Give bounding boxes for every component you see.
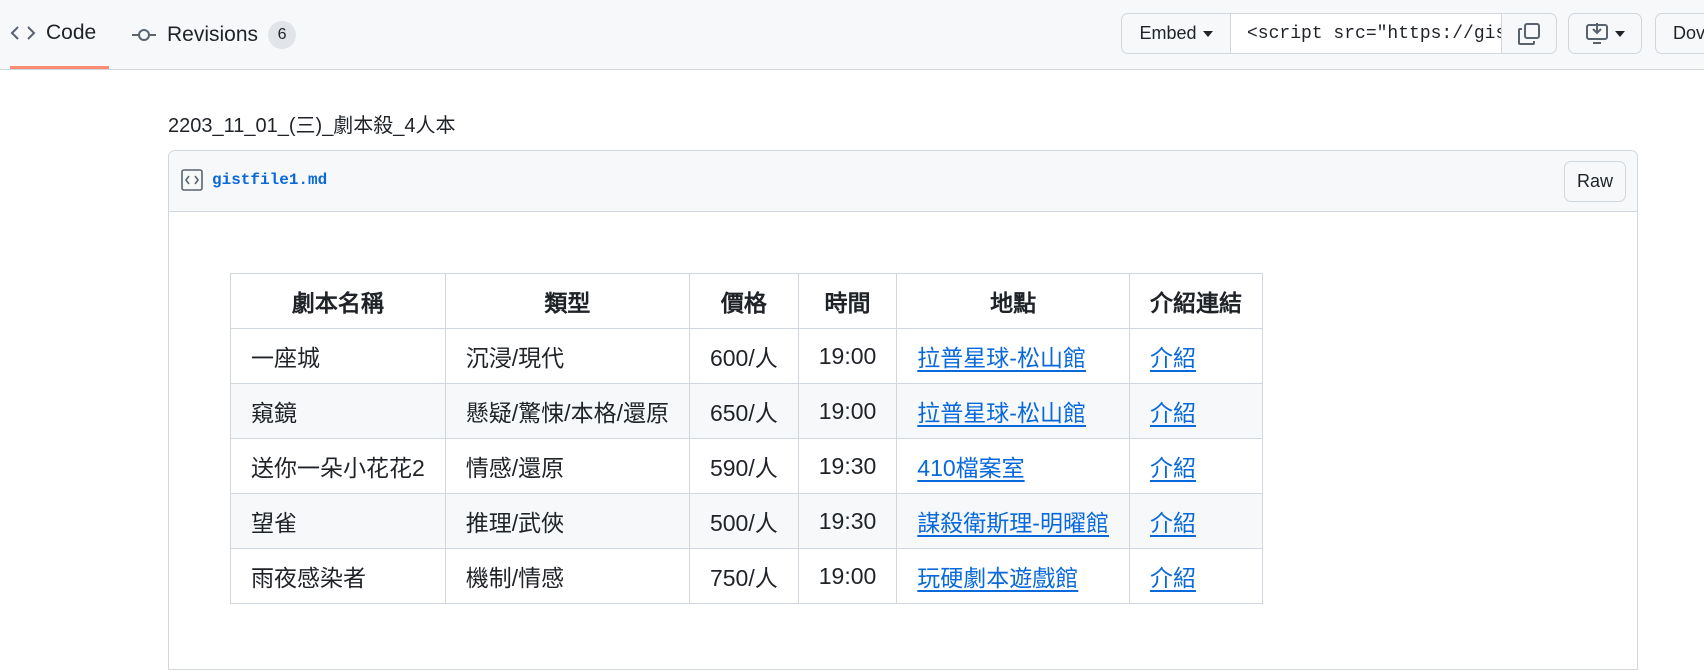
location-link[interactable]: 410檔案室 [917,455,1024,481]
download-button-label: Dov [1673,23,1704,43]
cell-genre: 懸疑/驚悚/本格/還原 [444,383,690,439]
file-code-icon [181,169,203,191]
cell-location: 410檔案室 [896,438,1130,494]
intro-link[interactable]: 介紹 [1150,345,1196,371]
copy-icon [1518,22,1540,45]
embed-button[interactable]: Embed [1121,13,1231,54]
cell-price: 500/人 [688,493,799,549]
cell-location: 玩硬劇本遊戲館 [896,548,1130,604]
cell-time: 19:00 [797,328,898,384]
column-header: 劇本名稱 [230,273,446,329]
tab-code-label: Code [46,21,97,44]
tab-code[interactable]: Code [10,0,109,69]
column-header: 時間 [797,273,898,329]
cell-location: 拉普星球-松山館 [896,383,1130,439]
cell-name: 窺鏡 [230,383,446,439]
file-header: gistfile1.md Raw [169,151,1637,212]
cell-price: 750/人 [688,548,799,604]
tab-revisions[interactable]: Revisions 6 [131,0,297,70]
revisions-count-badge: 6 [268,21,297,49]
cell-location: 拉普星球-松山館 [896,328,1130,384]
cell-time: 19:30 [797,438,898,494]
intro-link[interactable]: 介紹 [1150,510,1196,536]
cell-genre: 情感/還原 [444,438,690,494]
embed-button-label: Embed [1139,23,1197,43]
commit-icon [132,29,156,41]
location-link[interactable]: 謀殺衛斯理-明曜館 [917,510,1109,536]
intro-link[interactable]: 介紹 [1150,455,1196,481]
cell-intro: 介紹 [1128,383,1263,439]
cell-name: 一座城 [230,328,446,384]
cell-name: 望雀 [230,493,446,549]
column-header: 價格 [688,273,799,329]
table-header-row: 劇本名稱 類型 價格 時間 地點 介紹連結 [230,273,1263,329]
copy-button[interactable] [1501,13,1557,54]
gist-header-bar: Code Revisions 6 Embed <script src="http… [0,0,1704,70]
location-link[interactable]: 玩硬劇本遊戲館 [917,565,1078,591]
location-link[interactable]: 拉普星球-松山館 [917,345,1086,371]
cell-intro: 介紹 [1128,438,1263,494]
table-row: 雨夜感染者 機制/情感 750/人 19:00 玩硬劇本遊戲館 介紹 [230,548,1263,604]
file-container: gistfile1.md Raw 劇本名稱 類型 價格 時間 地點 介紹連結 一… [168,150,1638,670]
cell-intro: 介紹 [1128,328,1263,384]
cell-genre: 機制/情感 [444,548,690,604]
column-header: 類型 [444,273,690,329]
cell-time: 19:00 [797,548,898,604]
code-icon [10,26,36,40]
script-schedule-table: 劇本名稱 類型 價格 時間 地點 介紹連結 一座城 沉浸/現代 600/人 19… [230,273,1263,604]
cell-location: 謀殺衛斯理-明曜館 [896,493,1130,549]
cell-intro: 介紹 [1128,493,1263,549]
cell-genre: 推理/武俠 [444,493,690,549]
download-zip-button[interactable]: Dov [1655,13,1704,54]
cell-price: 650/人 [688,383,799,439]
open-desktop-button[interactable] [1568,13,1642,54]
cell-price: 590/人 [688,438,799,494]
cell-time: 19:00 [797,383,898,439]
column-header: 地點 [896,273,1130,329]
table-row: 窺鏡 懸疑/驚悚/本格/還原 650/人 19:00 拉普星球-松山館 介紹 [230,383,1263,439]
table-row: 一座城 沉浸/現代 600/人 19:00 拉普星球-松山館 介紹 [230,328,1263,384]
cell-price: 600/人 [688,328,799,384]
intro-link[interactable]: 介紹 [1150,565,1196,591]
tab-revisions-label: Revisions [167,23,259,46]
column-header: 介紹連結 [1128,273,1263,329]
chevron-down-icon [1615,30,1625,37]
cell-name: 送你一朵小花花2 [230,438,446,494]
desktop-download-icon [1586,22,1608,44]
table-row: 送你一朵小花花2 情感/還原 590/人 19:30 410檔案室 介紹 [230,438,1263,494]
embed-snippet-input[interactable]: <script src="https://gis [1231,13,1501,54]
chevron-down-icon [1202,30,1213,37]
cell-time: 19:30 [797,493,898,549]
table-row: 望雀 推理/武俠 500/人 19:30 謀殺衛斯理-明曜館 介紹 [230,493,1263,549]
cell-intro: 介紹 [1128,548,1263,604]
embed-group: Embed <script src="https://gis [1121,13,1557,54]
file-name-link[interactable]: gistfile1.md [212,171,327,189]
location-link[interactable]: 拉普星球-松山館 [917,400,1086,426]
intro-link[interactable]: 介紹 [1150,400,1196,426]
cell-genre: 沉浸/現代 [444,328,690,384]
gist-description: 2203_11_01_(三)_劇本殺_4人本 [168,115,456,137]
raw-button[interactable]: Raw [1564,161,1626,202]
cell-name: 雨夜感染者 [230,548,446,604]
